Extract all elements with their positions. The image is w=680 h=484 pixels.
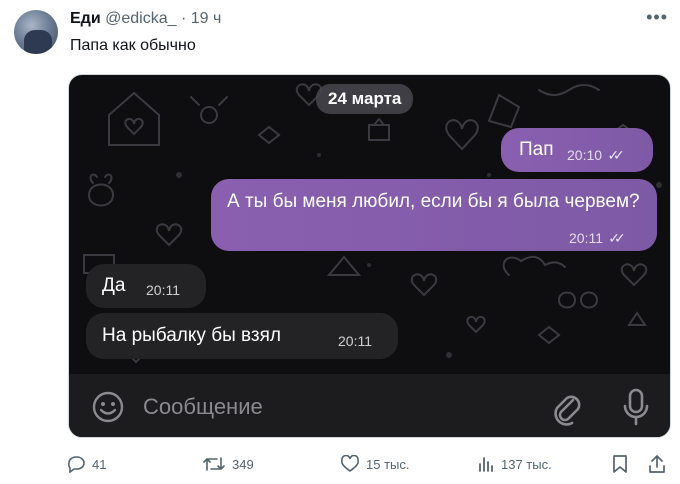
- views-chart-icon: [479, 457, 493, 472]
- tweet-text: Папа как обычно: [70, 37, 196, 54]
- display-name[interactable]: Еди: [70, 10, 101, 27]
- date-separator: 24 марта: [316, 84, 414, 114]
- avatar[interactable]: [14, 10, 58, 54]
- user-handle[interactable]: @edicka_: [105, 10, 176, 27]
- message-input[interactable]: Сообщение: [143, 394, 263, 420]
- incoming-message-bubble[interactable]: Да 20:11: [86, 264, 206, 308]
- retweet-count: 349: [232, 456, 254, 472]
- bookmark-button[interactable]: [612, 450, 634, 478]
- more-horizontal-icon[interactable]: •••: [646, 8, 668, 26]
- reply-button[interactable]: 41: [66, 450, 106, 478]
- heart-icon: [340, 455, 360, 472]
- outgoing-message-bubble[interactable]: А ты бы меня любил, если бы я была черве…: [211, 179, 657, 251]
- incoming-message-bubble[interactable]: На рыбалку бы взял 20:11: [86, 313, 398, 359]
- reply-count: 41: [92, 456, 107, 472]
- message-text: Да: [102, 275, 126, 296]
- views-count: 137 тыс.: [501, 456, 552, 472]
- message-meta: 20:10 ✓✓: [567, 143, 625, 167]
- outgoing-message-bubble[interactable]: Пап 20:10 ✓✓: [501, 128, 653, 172]
- retweet-button[interactable]: 349: [202, 450, 254, 478]
- share-button[interactable]: [648, 450, 672, 478]
- message-time: 20:10: [567, 147, 603, 163]
- bookmark-icon: [613, 455, 627, 473]
- author-line: Еди @edicka_ · 19 ч: [70, 10, 221, 28]
- microphone-icon[interactable]: [621, 387, 651, 427]
- message-text: Пап: [519, 139, 554, 160]
- retweet-icon: [203, 457, 225, 471]
- message-time: 20:11: [569, 230, 603, 246]
- message-time: 20:11: [146, 282, 180, 298]
- message-text: А ты бы меня любил, если бы я была черве…: [227, 191, 640, 212]
- message-time: 20:11: [338, 333, 372, 349]
- like-button[interactable]: 15 тыс.: [340, 450, 409, 478]
- paperclip-icon[interactable]: [549, 388, 583, 426]
- share-icon: [649, 455, 665, 473]
- emoji-icon[interactable]: [91, 390, 125, 424]
- message-meta: 20:11 ✓✓: [569, 226, 626, 250]
- tweet-media-screenshot[interactable]: 24 марта Пап 20:10 ✓✓ А ты бы меня любил…: [68, 74, 671, 438]
- reply-icon: [67, 456, 85, 473]
- views-button[interactable]: 137 тыс.: [477, 450, 552, 478]
- double-check-icon: ✓✓: [607, 147, 625, 163]
- message-text: На рыбалку бы взял: [102, 325, 281, 346]
- tweet-actions: 41 349 15 тыс. 137 тыс.: [0, 450, 680, 480]
- timestamp[interactable]: 19 ч: [191, 10, 222, 27]
- separator-dot: ·: [180, 10, 187, 27]
- like-count: 15 тыс.: [366, 456, 410, 472]
- tweet-header: Еди @edicka_ · 19 ч ••• Папа как обычно: [0, 0, 680, 70]
- double-check-icon: ✓✓: [608, 230, 626, 246]
- message-composer: Сообщение: [69, 374, 670, 437]
